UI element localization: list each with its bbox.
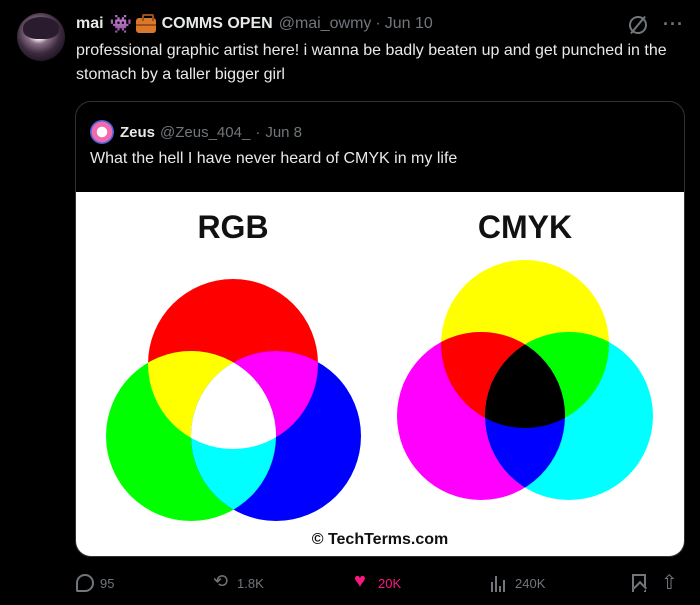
views-count: 240K bbox=[515, 575, 546, 591]
rgb-circles bbox=[106, 279, 361, 521]
quote-text: What the hell I have never heard of CMYK… bbox=[90, 150, 458, 167]
views-button[interactable]: 240K bbox=[491, 571, 545, 595]
retweet-icon bbox=[213, 571, 231, 592]
grok-icon[interactable] bbox=[629, 15, 648, 34]
heart-icon bbox=[354, 570, 372, 593]
tweet-top-icons: ··· bbox=[629, 14, 684, 35]
cmyk-title: CMYK bbox=[478, 209, 572, 245]
quoted-tweet[interactable]: Zeus @Zeus_404_ · Jun 8 What the hell I … bbox=[75, 101, 685, 557]
quote-header: Zeus @Zeus_404_ · Jun 8 bbox=[90, 120, 302, 144]
retweet-count: 1.8K bbox=[237, 575, 264, 591]
quote-author-avatar[interactable] bbox=[90, 120, 114, 144]
action-bar: 95 1.8K 20K 240K bbox=[76, 570, 678, 595]
author-name[interactable]: mai bbox=[76, 15, 104, 33]
image-credit: © TechTerms.com bbox=[312, 531, 449, 548]
quote-date[interactable]: Jun 8 bbox=[265, 124, 302, 141]
tweet-header: mai 👾 COMMS OPEN @mai_owmy · Jun 10 bbox=[76, 13, 433, 35]
author-avatar[interactable] bbox=[17, 13, 65, 61]
author-handle[interactable]: @mai_owmy bbox=[279, 15, 372, 33]
reply-button[interactable]: 95 bbox=[76, 571, 114, 595]
author-tag[interactable]: COMMS OPEN bbox=[162, 15, 273, 33]
quote-image[interactable]: RGB CMYK © TechTerms.com bbox=[76, 192, 684, 556]
quote-author-name[interactable]: Zeus bbox=[120, 124, 155, 141]
rgb-title: RGB bbox=[197, 209, 268, 245]
like-count: 20K bbox=[378, 575, 402, 591]
cmyk-circles bbox=[397, 260, 653, 500]
share-icon bbox=[660, 570, 678, 595]
reply-count: 95 bbox=[100, 575, 115, 591]
tweet-date[interactable]: Jun 10 bbox=[385, 15, 433, 33]
alien-emoji-icon: 👾 bbox=[109, 14, 132, 34]
tweet-text: professional graphic artist here! i wann… bbox=[76, 42, 667, 83]
quote-separator-dot: · bbox=[255, 123, 261, 141]
bookmark-icon bbox=[632, 574, 646, 592]
views-icon bbox=[491, 574, 509, 592]
like-button[interactable]: 20K bbox=[354, 570, 402, 595]
retweet-button[interactable]: 1.8K bbox=[213, 571, 264, 595]
bookmark-button[interactable] bbox=[632, 571, 646, 595]
rgb-cmyk-diagram: RGB CMYK © TechTerms.com bbox=[106, 209, 653, 548]
separator-dot: · bbox=[375, 15, 381, 32]
briefcase-emoji-icon bbox=[135, 14, 156, 33]
reply-icon bbox=[76, 574, 94, 592]
more-icon[interactable]: ··· bbox=[663, 14, 684, 35]
share-button[interactable] bbox=[660, 570, 678, 595]
quote-author-handle[interactable]: @Zeus_404_ bbox=[160, 124, 250, 141]
